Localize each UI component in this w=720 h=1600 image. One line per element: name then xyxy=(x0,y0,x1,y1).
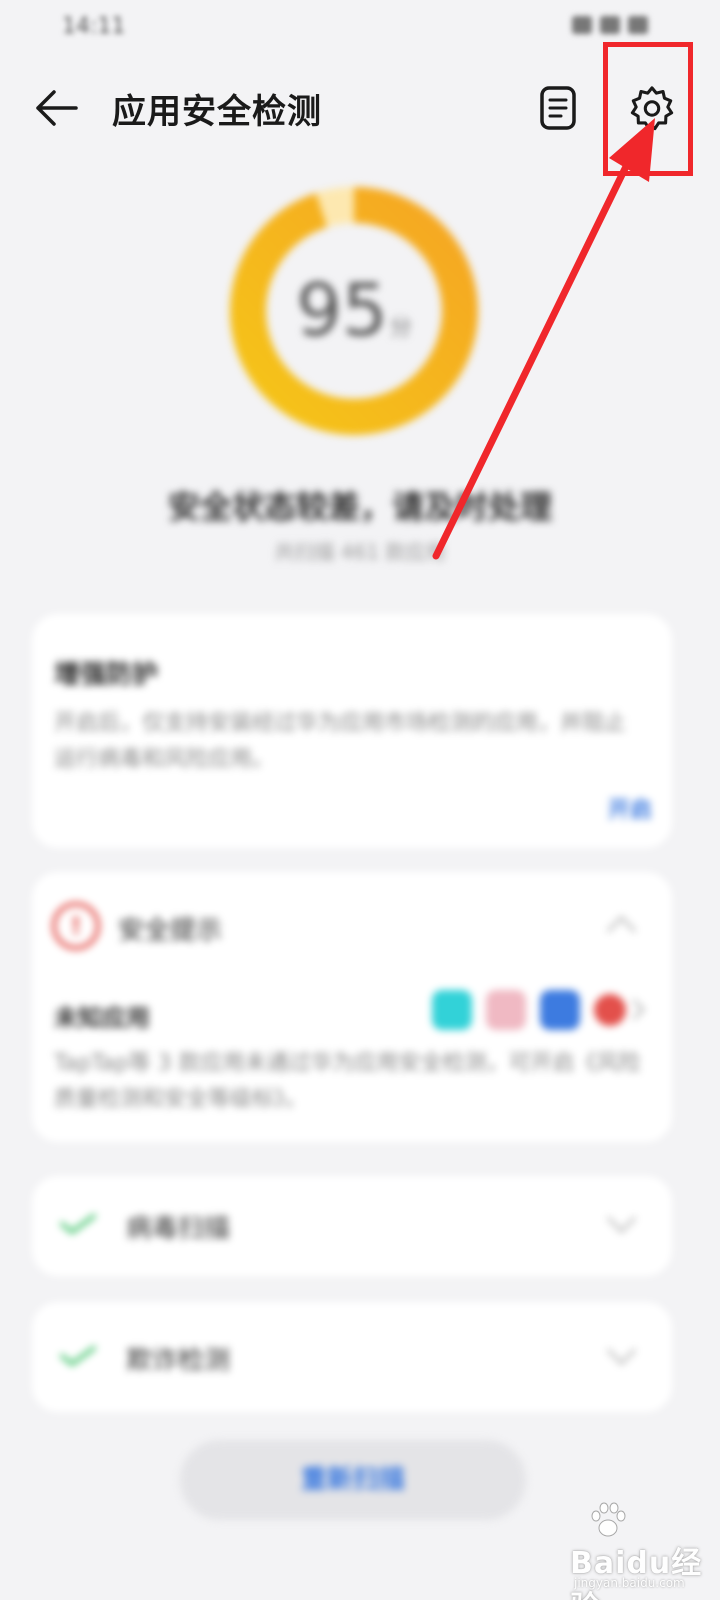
status-icons xyxy=(572,16,648,34)
watermark-url: jingyan.baidu.com xyxy=(574,1576,685,1590)
unknown-apps-title: 未知应用 xyxy=(54,1004,150,1032)
battery-icon xyxy=(628,16,648,34)
back-button[interactable] xyxy=(30,82,82,134)
score-value: 95分 xyxy=(226,268,482,352)
score-number: 95 xyxy=(296,268,388,352)
wifi-icon xyxy=(572,16,592,34)
virus-scan-label: 病毒扫描 xyxy=(126,1214,231,1244)
rescan-button[interactable]: 重新扫描 xyxy=(180,1440,526,1520)
app-icon-list[interactable] xyxy=(432,990,626,1030)
unknown-apps-description: TapTap等 3 款应用未通过华为应用安全检测，可开启《风险质量检测和安全等级… xyxy=(54,1051,641,1112)
watermark-text: Baidu经验 xyxy=(570,1546,703,1600)
fraud-check-label: 欺诈检测 xyxy=(126,1346,231,1376)
protection-description: 开启后，仅支持安装经过华为应用市场检测的应用，并阻止运行病毒和风险应用。 xyxy=(54,711,627,772)
warning-icon: ! xyxy=(52,902,100,950)
status-time: 14:11 xyxy=(62,14,126,39)
baidu-watermark: Baidu经验 jingyan.baidu.com xyxy=(530,1500,710,1600)
enable-protection-button[interactable]: 开启 xyxy=(608,792,652,824)
signal-icon xyxy=(600,16,620,34)
chevron-down-icon[interactable] xyxy=(606,1335,637,1366)
app-security-screen: 14:11 应用安全检测 95分 安全状态较差，请及时处理 共扫描 461 款应… xyxy=(0,0,720,1600)
report-button[interactable] xyxy=(532,82,584,134)
check-icon xyxy=(60,1214,96,1234)
security-tips-card[interactable]: ! 安全提示 未知应用 TapTap等 3 款应用未通过华为应用安全检测，可开启… xyxy=(32,872,672,1142)
app-icon-third xyxy=(540,990,580,1030)
page-title: 应用安全检测 xyxy=(112,92,322,132)
security-tips-title: 安全提示 xyxy=(118,916,223,946)
security-status: 安全状态较差，请及时处理 xyxy=(167,488,552,526)
document-icon xyxy=(540,86,576,130)
app-icon-taptap xyxy=(432,990,472,1030)
header: 应用安全检测 xyxy=(0,66,720,150)
virus-scan-row[interactable]: 病毒扫描 xyxy=(32,1176,672,1276)
paw-logo-icon xyxy=(591,1502,626,1537)
score-unit: 分 xyxy=(389,316,412,341)
chevron-right-icon[interactable] xyxy=(623,998,646,1021)
app-icon-second xyxy=(486,990,526,1030)
settings-button[interactable] xyxy=(624,80,680,136)
status-bar: 14:11 xyxy=(0,0,720,54)
check-icon xyxy=(60,1346,96,1366)
chevron-up-icon[interactable] xyxy=(606,915,637,946)
fraud-check-row[interactable]: 欺诈检测 xyxy=(32,1302,672,1412)
back-arrow-icon xyxy=(36,90,78,126)
scan-count: 共扫描 461 款应用 xyxy=(274,540,446,564)
app-icon-fourth xyxy=(594,994,626,1026)
chevron-down-icon[interactable] xyxy=(606,1203,637,1234)
gear-icon xyxy=(630,86,674,131)
protection-card: 增强防护 开启后，仅支持安装经过华为应用市场检测的应用，并阻止运行病毒和风险应用… xyxy=(32,614,672,848)
protection-title: 增强防护 xyxy=(54,660,159,690)
